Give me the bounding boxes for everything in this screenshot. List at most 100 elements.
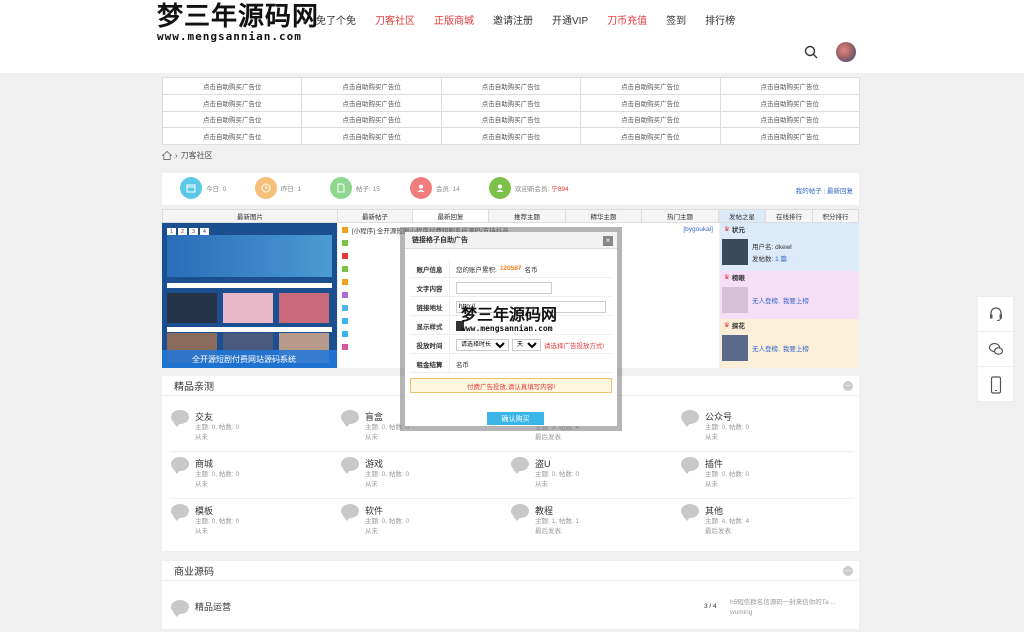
forum-item[interactable]: 教程 主题: 1, 帖数: 1 最后发表: bbox=[502, 502, 672, 542]
forum-last-user[interactable]: wuming bbox=[730, 608, 852, 618]
rank-username-label: 用户名: bbox=[752, 244, 774, 251]
forum-item[interactable]: 插件 主题: 0, 帖数: 0 从未 bbox=[672, 455, 842, 495]
breadcrumb-current[interactable]: 刀客社区 bbox=[181, 150, 213, 161]
mobile-button[interactable] bbox=[978, 367, 1013, 402]
close-icon[interactable]: × bbox=[603, 236, 613, 246]
ad-slot[interactable]: 点击自助购买广告位 bbox=[720, 111, 860, 129]
nav-item-invite[interactable]: 邀请注册 bbox=[493, 12, 533, 27]
forum-stats: 主题: 0, 帖数: 0 bbox=[365, 471, 410, 478]
wechat-icon bbox=[988, 342, 1003, 355]
tab-online-ranking[interactable]: 在线排行 bbox=[766, 210, 813, 222]
forum-last: 从未 bbox=[365, 481, 378, 488]
nav-item-ranking[interactable]: 排行榜 bbox=[705, 12, 735, 27]
ad-slot[interactable]: 点击自助购买广告位 bbox=[581, 78, 721, 95]
ad-slot[interactable]: 点击自助购买广告位 bbox=[163, 94, 303, 112]
nav-item-checkin[interactable]: 签到 bbox=[666, 12, 686, 27]
latest-image-slideshow[interactable]: 1 2 3 4 全开源短剧付费网站源码系统 bbox=[162, 223, 337, 368]
unit-select[interactable]: 天 bbox=[512, 338, 541, 351]
tab-points-ranking[interactable]: 积分排行 bbox=[813, 210, 858, 222]
forum-item[interactable]: 交友 主题: 0, 帖数: 0 从未 bbox=[162, 408, 332, 448]
ad-slot[interactable]: 点击自助购买广告位 bbox=[441, 128, 582, 145]
rank-third-label: ♛ 探花 bbox=[720, 319, 859, 331]
ad-slot[interactable]: 点击自助购买广告位 bbox=[163, 128, 303, 145]
ad-slot[interactable]: 点击自助购买广告位 bbox=[302, 128, 442, 145]
pager-4[interactable]: 4 bbox=[200, 228, 209, 235]
forum-name[interactable]: 软件 bbox=[365, 504, 383, 517]
ad-slot[interactable]: 点击自助购买广告位 bbox=[302, 94, 442, 112]
ad-slot[interactable]: 点击自助购买广告位 bbox=[581, 111, 721, 129]
forum-name[interactable]: 教程 bbox=[535, 504, 553, 517]
ad-slot[interactable]: 点击自助购买广告位 bbox=[720, 78, 860, 95]
ad-slot[interactable]: 点击自助购买广告位 bbox=[441, 78, 582, 95]
ad-slot[interactable]: 点击自助购买广告位 bbox=[581, 94, 721, 112]
ad-slot[interactable]: 点击自助购买广告位 bbox=[163, 78, 303, 95]
customer-service-button[interactable] bbox=[978, 297, 1013, 332]
nav-item-vip[interactable]: 开通VIP bbox=[552, 12, 588, 27]
forum-item[interactable]: 其他 主题: 4, 帖数: 4 最后发表: bbox=[672, 502, 842, 542]
ad-slot[interactable]: 点击自助购买广告位 bbox=[441, 111, 582, 129]
forum-name[interactable]: 精品运营 bbox=[195, 600, 231, 613]
slide-caption[interactable]: 全开源短剧付费网站源码系统 bbox=[162, 350, 337, 368]
clock-icon bbox=[255, 177, 277, 199]
tab-latest-posts[interactable]: 最新帖子 bbox=[338, 210, 413, 222]
tab-featured[interactable]: 精华主题 bbox=[566, 210, 642, 222]
forum-name[interactable]: 游戏 bbox=[365, 457, 383, 470]
collapse-toggle-icon[interactable]: − bbox=[843, 566, 853, 576]
forum-name[interactable]: 盲盒 bbox=[365, 410, 383, 423]
nav-item-store[interactable]: 正版商城 bbox=[434, 12, 474, 27]
tab-hot[interactable]: 热门主题 bbox=[642, 210, 719, 222]
ad-slot[interactable]: 点击自助购买广告位 bbox=[720, 94, 860, 112]
forum-item[interactable]: 公众号 主题: 0, 帖数: 0 从未 bbox=[672, 408, 842, 448]
home-icon[interactable] bbox=[162, 151, 172, 160]
stat-today: 今日: 0 bbox=[180, 177, 226, 199]
pager-3[interactable]: 3 bbox=[189, 228, 198, 235]
forum-item[interactable]: 软件 主题: 0, 帖数: 0 从未 bbox=[332, 502, 502, 542]
nav-item-community[interactable]: 刀客社区 bbox=[375, 12, 415, 27]
user-avatar[interactable] bbox=[836, 42, 856, 62]
forum-item[interactable]: 模板 主题: 0, 帖数: 0 从未 bbox=[162, 502, 332, 542]
duration-select[interactable]: 请选择时长 bbox=[456, 338, 509, 351]
tab-latest-replies[interactable]: 最新回复 bbox=[413, 210, 489, 222]
wechat-button[interactable] bbox=[978, 332, 1013, 367]
ad-slot[interactable]: 点击自助购买广告位 bbox=[720, 128, 860, 145]
nav-item-recharge[interactable]: 刀币充值 bbox=[607, 12, 647, 27]
forum-name[interactable]: 盗U bbox=[535, 457, 551, 470]
forum-name[interactable]: 插件 bbox=[705, 457, 723, 470]
my-posts-link[interactable]: 我的帖子 bbox=[796, 188, 822, 195]
ad-slot[interactable]: 点击自助购买广告位 bbox=[441, 94, 582, 112]
rank-join-link[interactable]: 我要上榜 bbox=[783, 343, 809, 353]
forum-item[interactable]: 盗U 主题: 0, 帖数: 0 从未 bbox=[502, 455, 672, 495]
site-logo[interactable]: 梦三年源码网 www.mengsannian.com bbox=[157, 2, 318, 48]
pager-1[interactable]: 1 bbox=[167, 228, 176, 235]
rank-join-link[interactable]: 我要上榜 bbox=[783, 295, 809, 305]
ad-slot[interactable]: 点击自助购买广告位 bbox=[163, 111, 303, 129]
forum-last-title[interactable]: h5短信群名信源码一封来信你的Ta ... bbox=[730, 598, 852, 608]
tab-recommended[interactable]: 推荐主题 bbox=[489, 210, 566, 222]
forum-item[interactable]: 商城 主题: 0, 帖数: 0 从未 bbox=[162, 455, 332, 495]
forum-name[interactable]: 公众号 bbox=[705, 410, 732, 423]
confirm-purchase-button[interactable]: 确认购买 bbox=[487, 412, 544, 425]
rank-first-avatar[interactable] bbox=[722, 239, 748, 265]
forum-name[interactable]: 其他 bbox=[705, 504, 723, 517]
tab-post-stars[interactable]: 发帖之星 bbox=[719, 210, 766, 222]
pager-2[interactable]: 2 bbox=[178, 228, 187, 235]
nav-item-free[interactable]: 免了个免 bbox=[316, 12, 356, 27]
forum-name[interactable]: 交友 bbox=[195, 410, 213, 423]
rank-username[interactable]: dkewl bbox=[775, 244, 792, 251]
latest-reply-link[interactable]: 最新回复 bbox=[827, 188, 853, 195]
ad-text-input[interactable] bbox=[456, 281, 552, 294]
search-icon[interactable] bbox=[804, 45, 818, 59]
ad-slot[interactable]: 点击自助购买广告位 bbox=[302, 111, 442, 129]
tab-latest-images[interactable]: 最新图片 bbox=[163, 210, 338, 222]
forum-name[interactable]: 模板 bbox=[195, 504, 213, 517]
forum-item[interactable]: 游戏 主题: 0, 帖数: 0 从未 bbox=[332, 455, 502, 495]
ad-slot[interactable]: 点击自助购买广告位 bbox=[302, 78, 442, 95]
forum-name[interactable]: 商城 bbox=[195, 457, 213, 470]
post-author[interactable]: [bygoukai] bbox=[683, 226, 713, 233]
ad-slot[interactable]: 点击自助购买广告位 bbox=[581, 128, 721, 145]
forum-last: 最后发表: bbox=[535, 528, 563, 535]
forum-item[interactable]: 精品运营 bbox=[162, 598, 332, 632]
stat-welcome-user[interactable]: 宁894 bbox=[551, 183, 568, 193]
collapse-toggle-icon[interactable]: − bbox=[843, 381, 853, 391]
forum-last: 从未 bbox=[535, 481, 548, 488]
